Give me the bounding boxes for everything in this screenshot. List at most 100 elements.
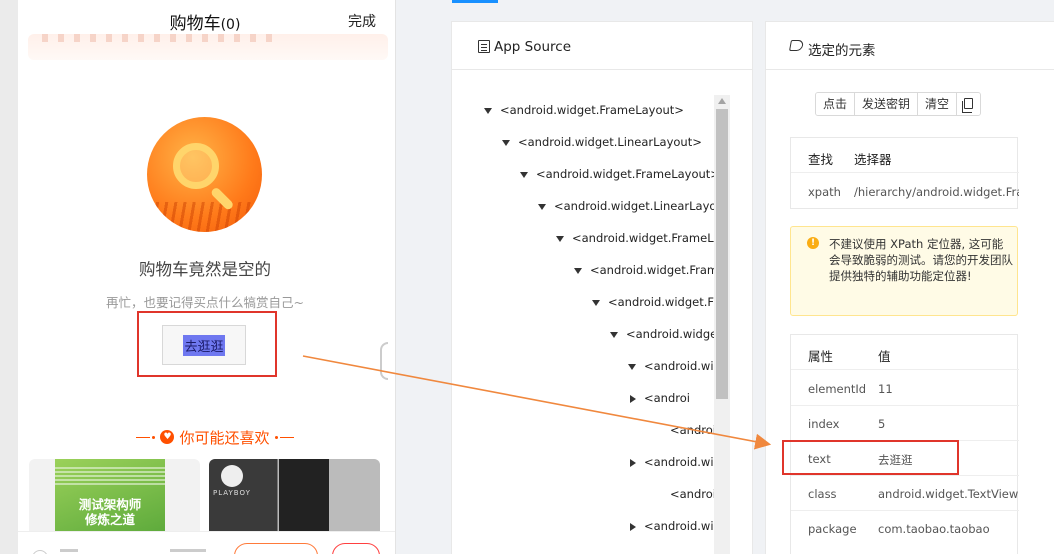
move-to-favorites-button[interactable] [234,543,318,554]
tree-node[interactable]: <android.widge [610,327,714,347]
selected-element-title: 选定的元素 [808,43,876,59]
tree-node-label[interactable]: <android.wi [644,519,714,533]
tree-node[interactable]: <android.wi [628,359,714,379]
caret-right-icon[interactable] [630,522,636,531]
attribute-name: elementId [808,382,867,396]
caret-down-icon[interactable] [502,139,510,146]
scroll-up-icon[interactable] [718,98,726,104]
xpath-value[interactable]: /hierarchy/android.widget.FrameLayout [854,185,1019,199]
tree-node[interactable]: <android.widget.Fram [574,263,714,283]
attributes-header: 属性 值 [791,335,1019,370]
cart-title: 购物车(0) [130,9,280,34]
tree-node-label[interactable]: <android.wi [644,455,714,469]
tree-node-label[interactable]: <android.widget.Fr [608,295,714,309]
clear-button[interactable]: 清空 [918,93,958,115]
tree-node[interactable]: <androi [630,391,690,411]
tree-node-label[interactable]: <android.widget.FrameLayout> [536,167,714,181]
caret-down-icon[interactable] [538,203,546,210]
tree-node[interactable]: <android.widget.FrameLayout> [484,103,684,123]
tree-vertical-scrollbar[interactable] [714,95,730,554]
tree-node[interactable]: <android.widget.FrameLayout> [520,167,714,187]
selected-element-header: 选定的元素 [766,22,1054,70]
attribute-row: class android.widget.TextView [791,476,1019,511]
caret-down-icon[interactable] [592,299,600,306]
tree-node-label[interactable]: <androi [644,391,690,405]
book-title-line2: 修炼之道 [84,512,135,527]
caret-down-icon[interactable] [556,235,564,242]
copy-button[interactable] [957,93,981,115]
caret-down-icon[interactable] [484,107,492,114]
bunny-logo-icon [221,465,243,487]
recommend-title: 你可能还喜欢 [179,428,270,447]
done-button[interactable]: 完成 [348,11,376,31]
source-tree-viewport: <android.widget.FrameLayout> <android.wid… [452,70,714,554]
tree-node-label[interactable]: <android.widget.LinearLayou [554,199,714,213]
caret-right-icon[interactable] [630,394,636,403]
app-source-header: App Source [452,22,752,70]
product-card-bag[interactable]: PLAYBOY [209,459,380,539]
warning-icon: ! [807,237,819,249]
attribute-row: elementId 11 [791,371,1019,406]
device-screenshot: 购物车(0) 完成 购物车竟然是空的 再忙，也要记得买点什么犒赏自己~ 去逛逛 … [0,0,396,554]
cart-title-text: 购物车 [169,14,221,34]
value-header-label: 值 [878,349,891,364]
cart-bottom-bar [18,531,395,554]
caret-down-icon[interactable] [610,331,618,338]
attribute-header-label: 属性 [808,349,834,364]
device-left-strip [0,0,18,554]
tree-node-label[interactable]: <android.widge [626,327,714,341]
book-title-line1: 测试架构师 [78,497,142,512]
tree-node-label[interactable]: <android.wi [670,423,714,437]
attribute-value[interactable]: com.taobao.taobao [878,522,1043,536]
product-card-book[interactable]: 测试架构师 修炼之道 [29,459,200,539]
attribute-value[interactable]: 5 [878,417,1043,431]
caret-down-icon[interactable] [520,171,528,178]
app-source-title: App Source [494,39,572,55]
attribute-name: class [808,487,837,501]
highlight-box-go-shopping [137,311,277,377]
tap-button[interactable]: 点击 [816,93,856,115]
empty-cart-magnifier-icon [147,117,262,232]
find-table-header: 查找 选择器 [791,138,1019,173]
selector-header-label: 选择器 [854,152,892,167]
empty-cart-title: 购物车竟然是空的 [139,260,271,279]
caret-down-icon[interactable] [574,267,582,274]
tree-node-label[interactable]: <android.wi [670,487,714,501]
recommend-header: ♥ 你可能还喜欢 [120,426,310,448]
tag-icon [789,40,804,51]
tree-node[interactable]: <android.widget.LinearLayou [538,199,714,219]
tree-node[interactable]: <android.widget.Fr [592,295,714,315]
attribute-value[interactable]: 11 [878,382,1043,396]
tree-node-label[interactable]: <android.widget.Fram [590,263,714,277]
caret-down-icon[interactable] [628,363,636,370]
scrollbar-thumb[interactable] [716,109,728,399]
attribute-row: index 5 [791,406,1019,441]
empty-cart-subtitle: 再忙，也要记得买点什么犒赏自己~ [106,295,304,310]
tree-node[interactable]: <android.widget.LinearLayout> [502,135,702,155]
tree-node-label[interactable]: <android.wi [644,359,714,373]
xpath-warning-alert: ! 不建议使用 XPath 定位器, 这可能会导致脆弱的测试。请您的开发团队提供… [790,226,1018,316]
tree-node[interactable]: <android.widget.FrameLa [556,231,714,251]
promo-banner [28,34,388,60]
find-by-table: 查找 选择器 xpath /hierarchy/android.widget.F… [790,137,1019,209]
attribute-name: index [808,417,840,431]
tree-node-label[interactable]: <android.widget.FrameLayout> [500,103,684,117]
book-cover-image: 测试架构师 修炼之道 [55,459,165,539]
panel-resize-handle[interactable] [380,342,388,380]
tree-node[interactable]: <android.wi [648,487,714,507]
tree-node[interactable]: <android.wi [630,519,714,539]
brand-label: PLAYBOY [213,489,251,497]
tree-node[interactable]: <android.wi [648,423,714,443]
select-all-checkbox[interactable] [32,550,48,554]
delete-button[interactable] [332,543,380,554]
attribute-value[interactable]: android.widget.TextView [878,487,1043,501]
app-source-panel: App Source <android.widget.FrameLayout> <… [451,21,753,554]
source-tree: <android.widget.FrameLayout> <android.wid… [452,70,754,554]
tree-node-label[interactable]: <android.widget.LinearLayout> [518,135,702,149]
send-keys-button[interactable]: 发送密钥 [855,93,919,115]
tree-node-label[interactable]: <android.widget.FrameLa [572,231,714,245]
element-action-buttons: 点击 发送密钥 清空 [815,92,982,116]
file-icon [478,40,490,53]
tree-node[interactable]: <android.wi [630,455,714,475]
caret-right-icon[interactable] [630,458,636,467]
